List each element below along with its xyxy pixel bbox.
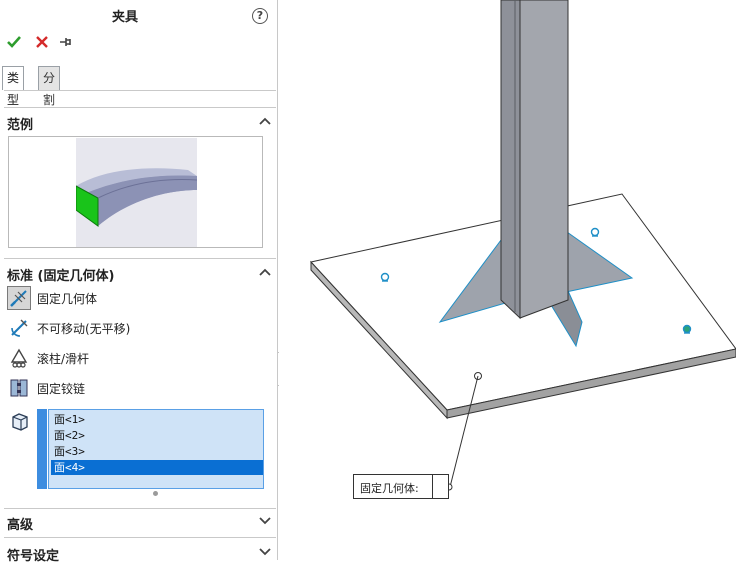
option-label: 不可移动(无平移) <box>37 322 131 336</box>
tab-split[interactable]: 分割 <box>38 66 61 107</box>
option-label: 固定铰链 <box>37 382 86 396</box>
selection-list-indicator <box>37 409 47 489</box>
standard-section-header[interactable]: 标准 (固定几何体) <box>0 262 276 284</box>
list-item[interactable]: 面<1> <box>51 412 263 427</box>
fixture-symbol[interactable] <box>590 227 600 237</box>
list-item-selected[interactable]: 面<4> <box>51 460 263 475</box>
section-divider <box>4 258 276 259</box>
graphics-viewport[interactable]: 固定几何体: <box>279 0 736 560</box>
option-label: 固定几何体 <box>37 292 98 306</box>
section-divider <box>4 107 276 108</box>
panel-title: 夹具 <box>111 10 138 25</box>
fixture-symbol[interactable] <box>380 272 390 282</box>
roller-slider-icon[interactable] <box>7 346 31 370</box>
option-label: 滚柱/滑杆 <box>37 352 90 366</box>
column-front-face[interactable] <box>519 0 569 319</box>
pushpin-icon[interactable] <box>58 34 74 50</box>
list-item[interactable]: 面<3> <box>51 444 263 459</box>
list-resize-handle[interactable] <box>153 491 158 496</box>
fixed-hinge-icon[interactable] <box>7 376 31 400</box>
immovable-icon[interactable] <box>7 316 31 340</box>
example-section-header[interactable]: 范例 <box>0 111 276 133</box>
list-item[interactable]: 面<2> <box>51 428 263 443</box>
help-button[interactable]: ? <box>252 8 268 24</box>
fixed-geometry-icon[interactable] <box>7 286 31 310</box>
option-roller-slider[interactable]: 滚柱/滑杆 <box>6 346 206 370</box>
tab-type[interactable]: 类型 <box>2 66 25 107</box>
standard-section-title: 标准 (固定几何体) <box>7 269 115 284</box>
face-selection-list[interactable]: 面<1> 面<2> 面<3> 面<4> <box>48 409 264 489</box>
example-section-title: 范例 <box>7 118 34 133</box>
column-left-face[interactable] <box>500 0 521 320</box>
symbol-section-title: 符号设定 <box>7 549 60 564</box>
face-selection-icon <box>12 413 28 431</box>
check-icon[interactable] <box>6 34 22 50</box>
option-immovable[interactable]: 不可移动(无平移) <box>6 316 206 340</box>
chevron-down-icon[interactable] <box>259 548 271 556</box>
fixture-callout[interactable]: 固定几何体: <box>353 474 449 499</box>
callout-label: 固定几何体: <box>360 482 419 495</box>
tab-divider <box>4 90 276 91</box>
advanced-section-header[interactable]: 高级 <box>0 511 276 533</box>
model-view <box>310 0 736 491</box>
option-fixed-geometry[interactable]: 固定几何体 <box>6 286 206 310</box>
chevron-down-icon[interactable] <box>259 517 271 525</box>
advanced-section-title: 高级 <box>7 518 34 533</box>
callout-divider <box>432 475 433 498</box>
section-divider <box>4 508 276 509</box>
close-icon[interactable] <box>34 34 50 50</box>
example-image <box>75 138 198 247</box>
example-preview <box>8 136 263 248</box>
chevron-up-icon[interactable] <box>259 268 271 276</box>
fixture-symbol[interactable] <box>682 324 692 334</box>
section-divider <box>4 537 276 538</box>
curved-block-illustration <box>75 168 198 227</box>
property-manager-panel: 夹具 ? 类型 分割 范例 标准 (固定几何体) 固定几何体 不可移动(无平移)… <box>0 0 278 564</box>
symbol-section-header[interactable]: 符号设定 <box>0 542 276 564</box>
chevron-up-icon[interactable] <box>259 117 271 125</box>
option-fixed-hinge[interactable]: 固定铰链 <box>6 376 206 400</box>
